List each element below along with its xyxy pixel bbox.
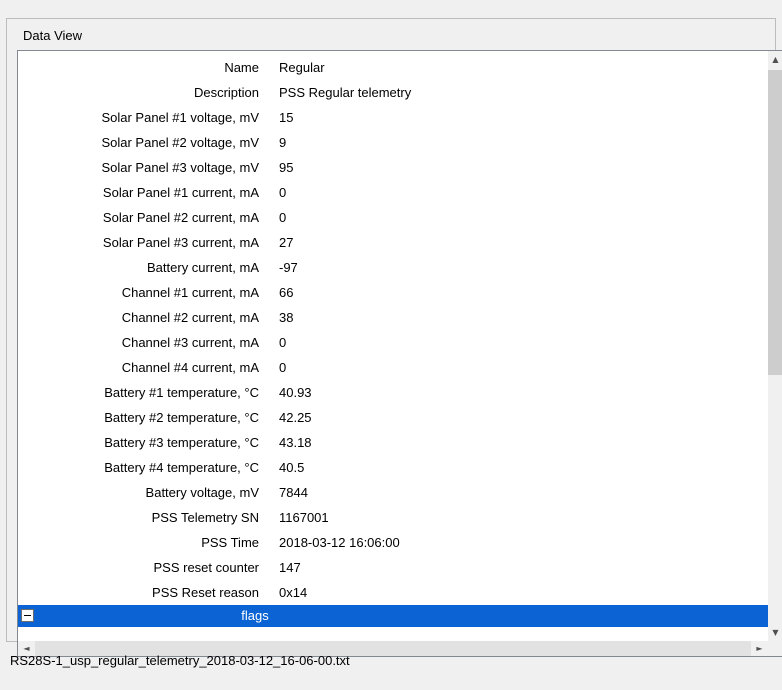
row-label: Battery voltage, mV bbox=[18, 480, 259, 505]
row-value: 40.5 bbox=[279, 455, 304, 480]
table-row[interactable]: Solar Panel #3 current, mA 27 bbox=[18, 230, 768, 255]
table-row[interactable]: Channel #4 current, mA 0 bbox=[18, 355, 768, 380]
row-label: Channel #3 current, mA bbox=[18, 330, 259, 355]
row-label: Solar Panel #1 current, mA bbox=[18, 180, 259, 205]
row-value: -97 bbox=[279, 255, 298, 280]
row-value: PSS Regular telemetry bbox=[279, 80, 411, 105]
row-label: PSS Time bbox=[18, 530, 259, 555]
row-label: Channel #1 current, mA bbox=[18, 280, 259, 305]
table-row[interactable]: Channel #3 current, mA 0 bbox=[18, 330, 768, 355]
flags-group-label: flags bbox=[241, 605, 268, 627]
table-row[interactable]: Solar Panel #1 current, mA 0 bbox=[18, 180, 768, 205]
row-label: Solar Panel #2 voltage, mV bbox=[18, 130, 259, 155]
table-row[interactable]: Solar Panel #1 voltage, mV 15 bbox=[18, 105, 768, 130]
table-row[interactable]: Description PSS Regular telemetry bbox=[18, 80, 768, 105]
table-row[interactable]: Battery #3 temperature, °C 43.18 bbox=[18, 430, 768, 455]
row-label: Solar Panel #2 current, mA bbox=[18, 205, 259, 230]
scroll-up-icon[interactable]: ▲ bbox=[768, 51, 782, 68]
row-label: Battery #4 temperature, °C bbox=[18, 455, 259, 480]
scrollbar-corner bbox=[768, 641, 782, 656]
table-row[interactable]: Battery #2 temperature, °C 42.25 bbox=[18, 405, 768, 430]
table-row[interactable]: Solar Panel #2 voltage, mV 9 bbox=[18, 130, 768, 155]
table-row[interactable]: Channel #1 current, mA 66 bbox=[18, 280, 768, 305]
row-value: 27 bbox=[279, 230, 293, 255]
table-row[interactable]: PSS reset counter 147 bbox=[18, 555, 768, 580]
row-label: Channel #2 current, mA bbox=[18, 305, 259, 330]
vertical-scrollbar-thumb[interactable] bbox=[768, 70, 782, 375]
groupbox-title: Data View bbox=[19, 28, 86, 43]
row-value: 147 bbox=[279, 555, 301, 580]
row-value: 0 bbox=[279, 180, 286, 205]
table-row[interactable]: Battery voltage, mV 7844 bbox=[18, 480, 768, 505]
table-row[interactable]: Name Regular bbox=[18, 55, 768, 80]
table-row[interactable]: PSS Reset reason 0x14 bbox=[18, 580, 768, 605]
row-value: 95 bbox=[279, 155, 293, 180]
row-value: 15 bbox=[279, 105, 293, 130]
row-value: 7844 bbox=[279, 480, 308, 505]
table-row[interactable]: Channel #2 current, mA 38 bbox=[18, 305, 768, 330]
row-label: Battery current, mA bbox=[18, 255, 259, 280]
row-value: 42.25 bbox=[279, 405, 312, 430]
row-value: 0 bbox=[279, 330, 286, 355]
row-label: Battery #3 temperature, °C bbox=[18, 430, 259, 455]
flags-group-row[interactable]: flags bbox=[18, 605, 768, 627]
data-view-groupbox: Data View Name Regular Description PSS R… bbox=[6, 18, 776, 642]
table-row[interactable]: Solar Panel #2 current, mA 0 bbox=[18, 205, 768, 230]
row-value: 66 bbox=[279, 280, 293, 305]
row-value: 2018-03-12 16:06:00 bbox=[279, 530, 400, 555]
row-value: 43.18 bbox=[279, 430, 312, 455]
row-label: Battery #1 temperature, °C bbox=[18, 380, 259, 405]
row-label: Solar Panel #3 current, mA bbox=[18, 230, 259, 255]
table-row[interactable]: Solar Panel #3 voltage, mV 95 bbox=[18, 155, 768, 180]
row-value: Regular bbox=[279, 55, 325, 80]
data-view-content: Name Regular Description PSS Regular tel… bbox=[18, 51, 768, 641]
table-row[interactable]: Battery #4 temperature, °C 40.5 bbox=[18, 455, 768, 480]
scroll-down-icon[interactable]: ▼ bbox=[768, 624, 782, 641]
collapse-icon[interactable] bbox=[21, 609, 34, 622]
row-label: PSS Telemetry SN bbox=[18, 505, 259, 530]
table-row[interactable]: PSS Telemetry SN 1167001 bbox=[18, 505, 768, 530]
row-label: Solar Panel #1 voltage, mV bbox=[18, 105, 259, 130]
vertical-scrollbar[interactable]: ▲ ▼ bbox=[768, 51, 782, 641]
row-value: 1167001 bbox=[279, 505, 329, 530]
table-row[interactable]: PSS Time 2018-03-12 16:06:00 bbox=[18, 530, 768, 555]
data-rows: Name Regular Description PSS Regular tel… bbox=[18, 51, 768, 605]
row-value: 38 bbox=[279, 305, 293, 330]
row-value: 9 bbox=[279, 130, 286, 155]
row-label: Channel #4 current, mA bbox=[18, 355, 259, 380]
row-label: PSS reset counter bbox=[18, 555, 259, 580]
row-label: PSS Reset reason bbox=[18, 580, 259, 605]
telemetry-data-view: Name Regular Description PSS Regular tel… bbox=[17, 50, 782, 657]
row-value: 0x14 bbox=[279, 580, 307, 605]
row-value: 0 bbox=[279, 355, 286, 380]
row-value: 0 bbox=[279, 205, 286, 230]
row-value: 40.93 bbox=[279, 380, 312, 405]
row-label: Solar Panel #3 voltage, mV bbox=[18, 155, 259, 180]
scroll-right-icon[interactable]: ► bbox=[751, 641, 768, 656]
table-row[interactable]: Battery #1 temperature, °C 40.93 bbox=[18, 380, 768, 405]
loaded-file-label: RS28S-1_usp_regular_telemetry_2018-03-12… bbox=[10, 653, 350, 668]
row-label: Battery #2 temperature, °C bbox=[18, 405, 259, 430]
table-row[interactable]: Battery current, mA -97 bbox=[18, 255, 768, 280]
row-label: Name bbox=[18, 55, 259, 80]
row-label: Description bbox=[18, 80, 259, 105]
